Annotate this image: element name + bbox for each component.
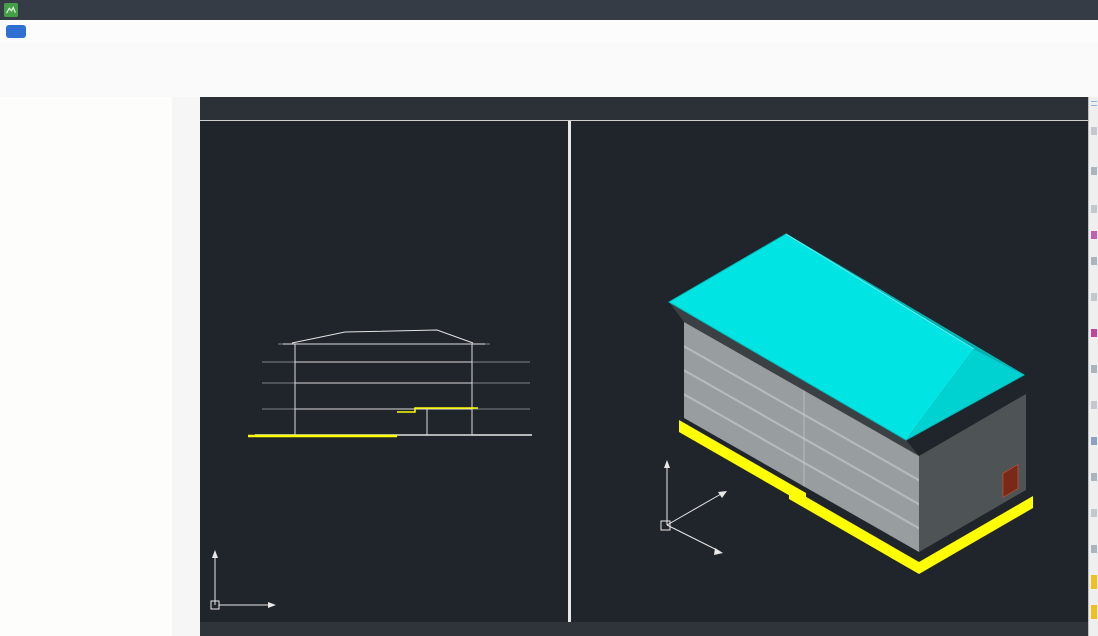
dwg-document-icon[interactable] xyxy=(6,25,26,38)
right-toolbar-fragment xyxy=(1091,401,1097,409)
right-toolbar-fragment xyxy=(1091,127,1097,135)
right-toolbar-fragment xyxy=(1091,509,1097,517)
right-toolbar-fragment xyxy=(1091,575,1097,589)
right-toolbar-fragment xyxy=(1091,329,1097,337)
viewport-3d-model[interactable] xyxy=(571,122,1089,622)
right-docked-toolbar[interactable] xyxy=(1088,97,1098,636)
draw-toolbar xyxy=(172,97,201,636)
floor-extension-lines xyxy=(262,344,530,409)
drawing-canvas[interactable] xyxy=(200,120,1088,623)
architecture-tool-panel xyxy=(0,97,173,636)
zwcad-architecture-window xyxy=(0,0,1098,636)
right-toolbar-fragment xyxy=(1091,293,1097,301)
elevation-roof xyxy=(283,330,485,344)
right-toolbar-fragment xyxy=(1091,167,1097,175)
right-toolbar-grip xyxy=(1091,101,1097,106)
right-toolbar-fragment xyxy=(1091,257,1097,265)
right-toolbar-fragment xyxy=(1091,605,1097,619)
layer-properties-toolbar xyxy=(0,71,1098,98)
right-toolbar-fragment xyxy=(1091,205,1097,213)
ucs-icon-2d xyxy=(211,550,276,609)
right-toolbar-fragment xyxy=(1091,365,1097,373)
viewport-2d-elevation[interactable] xyxy=(200,122,568,622)
elevation-yellow-lines xyxy=(248,408,478,436)
standard-toolbar xyxy=(0,43,1098,72)
elevation-outline xyxy=(295,344,472,435)
right-toolbar-fragment xyxy=(1091,545,1097,553)
document-area xyxy=(200,97,1088,636)
menu-bar xyxy=(0,20,1098,44)
main-area xyxy=(0,97,1098,636)
document-tab-bar xyxy=(200,97,1088,120)
right-toolbar-fragment xyxy=(1091,473,1097,481)
titlebar xyxy=(0,0,1098,20)
right-toolbar-fragment xyxy=(1091,437,1097,445)
model-layout-bar xyxy=(200,622,1088,636)
ucs-icon-3d xyxy=(661,460,727,555)
app-icon xyxy=(4,3,18,17)
right-toolbar-fragment xyxy=(1091,231,1097,239)
